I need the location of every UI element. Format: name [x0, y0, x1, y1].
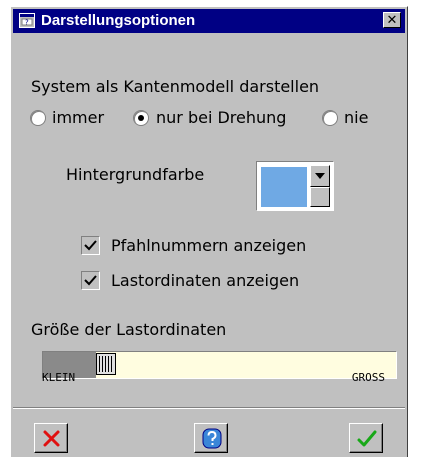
- checkbox-load-ordinates[interactable]: [81, 271, 100, 290]
- close-icon: ✕: [386, 12, 398, 28]
- slider-min-label: KLEIN: [42, 371, 76, 384]
- load-ordinates-label[interactable]: Lastordinaten anzeigen: [111, 271, 299, 290]
- slider-max-label: GROSS: [351, 371, 385, 384]
- help-button[interactable]: [194, 423, 228, 453]
- radio-nur-bei-drehung[interactable]: [133, 110, 149, 126]
- background-color-picker[interactable]: [256, 161, 334, 211]
- help-question-icon: [202, 428, 222, 449]
- pile-numbers-label[interactable]: Pfahlnummern anzeigen: [111, 236, 306, 255]
- wireframe-label: System als Kantenmodell darstellen: [31, 77, 320, 96]
- options-dialog: ? Darstellungsoptionen ✕ System als Kant…: [10, 6, 408, 457]
- color-dropdown-lower: [310, 187, 330, 207]
- checkmark-icon: [84, 275, 97, 286]
- background-color-label: Hintergrundfarbe: [66, 165, 205, 184]
- load-size-label: Größe der Lastordinaten: [31, 320, 227, 339]
- cancel-button[interactable]: [34, 423, 68, 453]
- dialog-title: Darstellungsoptionen: [41, 12, 196, 29]
- dialog-options-icon: ?: [19, 13, 35, 28]
- ok-button[interactable]: [349, 423, 383, 453]
- red-x-icon: [43, 430, 60, 447]
- load-size-slider[interactable]: [42, 351, 397, 379]
- radio-immer-label[interactable]: immer: [52, 108, 104, 127]
- slider-thumb[interactable]: [96, 353, 116, 375]
- green-check-icon: [357, 430, 377, 447]
- checkmark-icon: [84, 240, 97, 251]
- divider: [13, 407, 405, 409]
- radio-nie-label[interactable]: nie: [344, 108, 368, 127]
- radio-immer[interactable]: [30, 110, 46, 126]
- radio-nur-bei-drehung-label[interactable]: nur bei Drehung: [156, 108, 286, 127]
- checkbox-pile-numbers[interactable]: [81, 236, 100, 255]
- close-button[interactable]: ✕: [383, 12, 401, 28]
- radio-nie[interactable]: [322, 110, 338, 126]
- svg-text:?: ?: [25, 19, 29, 27]
- chevron-down-icon[interactable]: [310, 165, 330, 187]
- title-bar[interactable]: ? Darstellungsoptionen ✕: [13, 9, 405, 33]
- color-swatch: [261, 167, 307, 207]
